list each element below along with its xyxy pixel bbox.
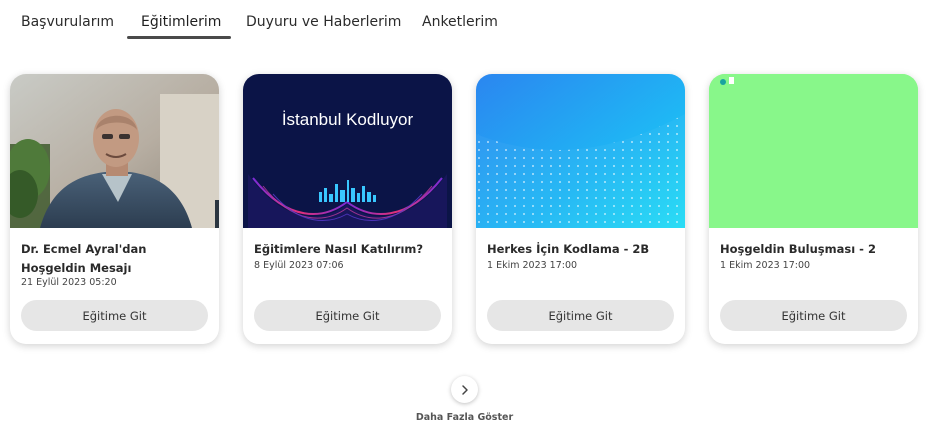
go-to-training-button[interactable]: Eğitime Git (720, 300, 907, 331)
tab-bar: Başvurularım Eğitimlerim Duyuru ve Haber… (0, 0, 945, 40)
tab-anketlerim[interactable]: Anketlerim (422, 14, 498, 30)
card-thumbnail-solid[interactable] (709, 74, 918, 228)
go-to-training-button[interactable]: Eğitime Git (21, 300, 208, 331)
man-in-suit-photo (10, 74, 219, 228)
card-title[interactable]: Hoşgeldin Buluşması - 2 (720, 240, 910, 259)
training-card[interactable]: Herkes İçin Kodlama - 2B 1 Ekim 2023 17:… (476, 74, 685, 344)
card-title[interactable]: Herkes İçin Kodlama - 2B (487, 240, 677, 259)
card-date: 1 Ekim 2023 17:00 (487, 260, 578, 271)
go-to-training-button[interactable]: Eğitime Git (487, 300, 674, 331)
card-date: 1 Ekim 2023 17:00 (720, 260, 811, 271)
show-more-button[interactable] (451, 376, 478, 403)
tab-basvurularim[interactable]: Başvurularım (21, 14, 114, 30)
card-thumbnail-gradient[interactable] (476, 74, 685, 228)
show-more-label[interactable]: Daha Fazla Göster (380, 412, 549, 423)
training-card[interactable]: İstanbul Kodluyor Eğitimlere Nasıl Katıl… (243, 74, 452, 344)
tab-egitimlerim[interactable]: Eğitimlerim (141, 14, 221, 30)
card-title[interactable]: Dr. Ecmel Ayral'dan Hoşgeldin Mesajı (21, 240, 211, 278)
tab-duyuru-ve-haberlerim[interactable]: Duyuru ve Haberlerim (246, 14, 401, 30)
card-title[interactable]: Eğitimlere Nasıl Katılırım? (254, 240, 444, 259)
card-date: 8 Eylül 2023 07:06 (254, 260, 344, 271)
training-card[interactable]: Dr. Ecmel Ayral'dan Hoşgeldin Mesajı 21 … (10, 74, 219, 344)
istanbul-kodluyor-banner (243, 74, 452, 228)
active-tab-indicator (127, 36, 231, 39)
banner-title: İstanbul Kodluyor (281, 110, 414, 129)
training-card[interactable]: Hoşgeldin Buluşması - 2 1 Ekim 2023 17:0… (709, 74, 918, 344)
blue-digits-pattern (476, 74, 685, 228)
green-thumbnail (709, 74, 918, 228)
go-to-training-button[interactable]: Eğitime Git (254, 300, 441, 331)
card-thumbnail-photo[interactable] (10, 74, 219, 228)
card-thumbnail-banner[interactable]: İstanbul Kodluyor (243, 74, 452, 228)
chevron-right-icon (461, 384, 468, 395)
card-date: 21 Eylül 2023 05:20 (21, 277, 117, 288)
